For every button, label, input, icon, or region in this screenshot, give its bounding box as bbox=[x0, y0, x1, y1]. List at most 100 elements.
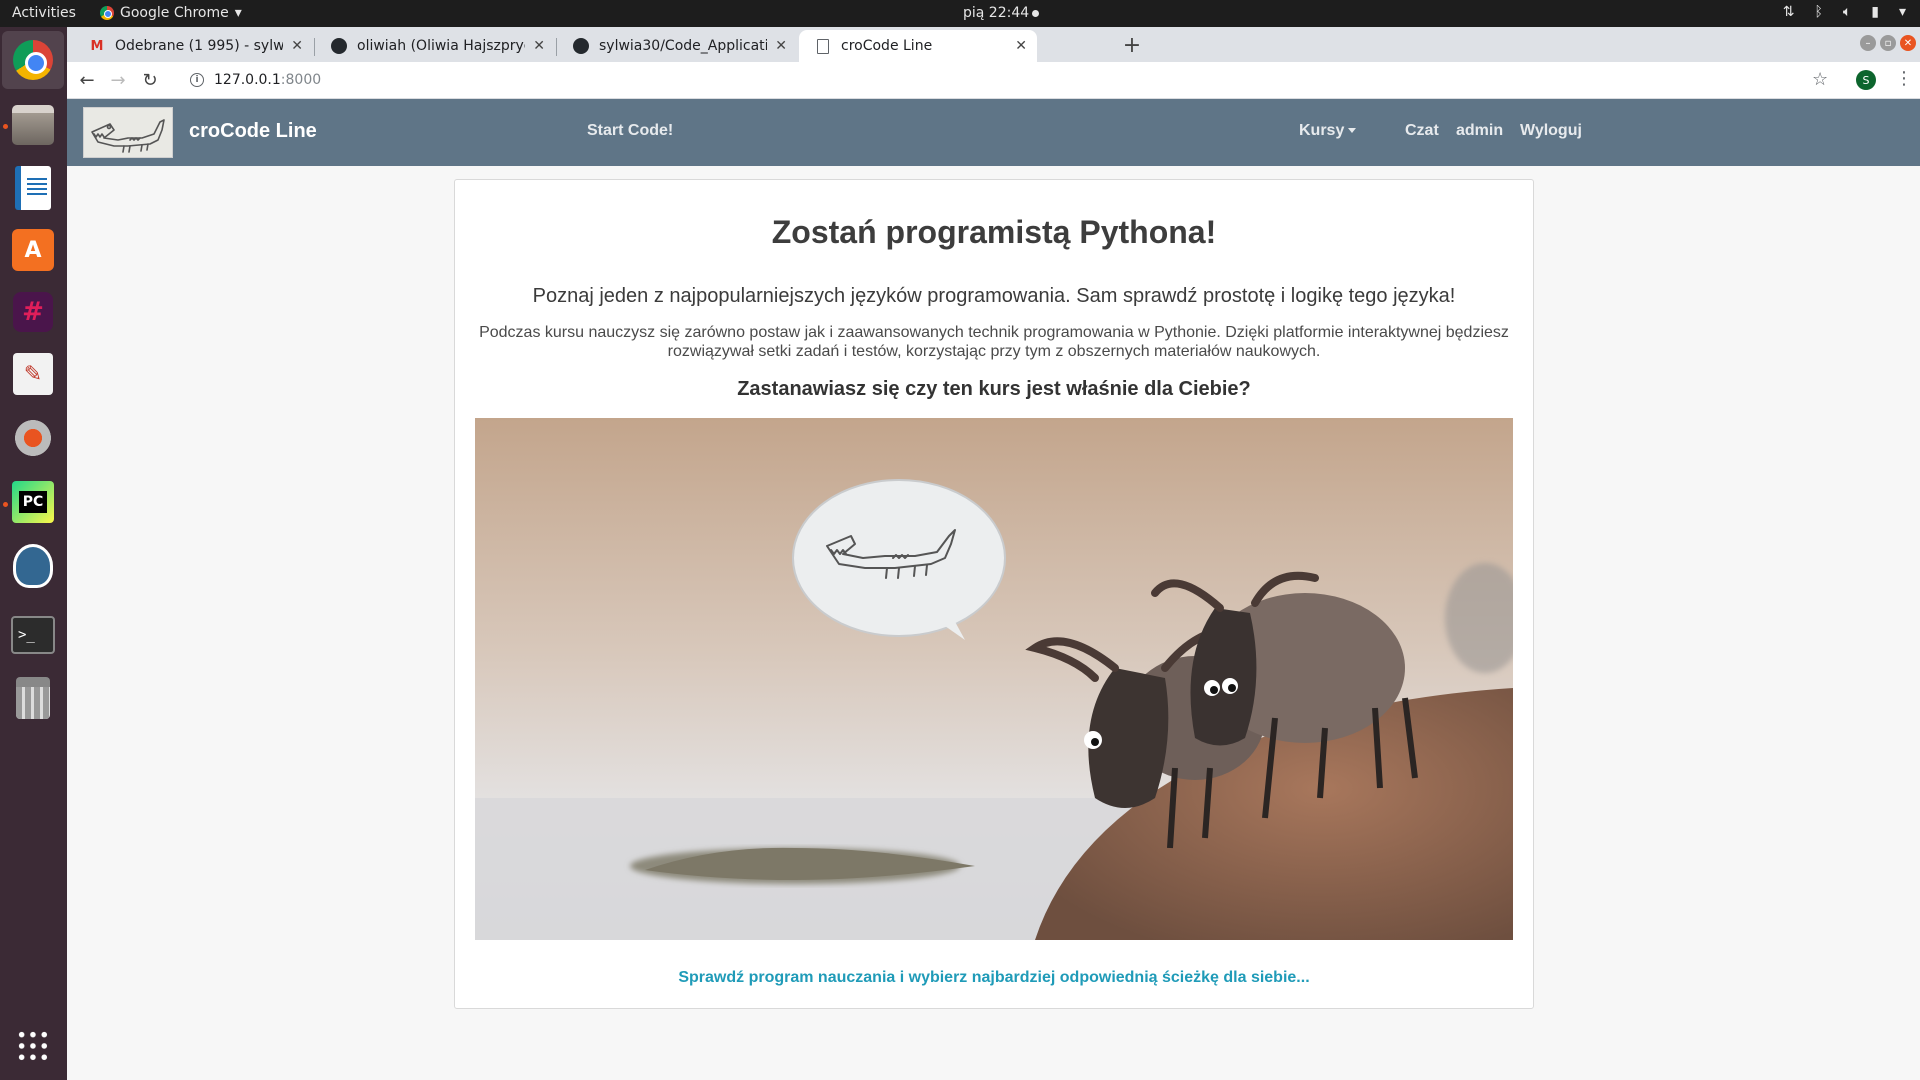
chrome-icon bbox=[13, 40, 53, 80]
tab-crocode[interactable]: croCode Line ✕ bbox=[799, 30, 1037, 62]
info-icon[interactable]: i bbox=[190, 73, 204, 87]
dock-pgadmin[interactable] bbox=[10, 543, 56, 589]
back-button[interactable]: ← bbox=[74, 67, 100, 93]
postgresql-icon bbox=[13, 544, 53, 588]
chevron-down-icon: ▾ bbox=[1898, 4, 1906, 20]
page-viewport: croCode Line Start Code! Kursy Czat admi… bbox=[67, 99, 1920, 1080]
app-grid-icon bbox=[16, 1029, 50, 1063]
dock: A # ✎ PC >_ bbox=[0, 27, 67, 1080]
menu-kebab-icon[interactable]: ⋮ bbox=[1895, 68, 1913, 89]
nav-user[interactable]: admin bbox=[1456, 122, 1503, 140]
intro-card: Zostań programistą Pythona! Poznaj jeden… bbox=[454, 179, 1534, 1009]
nav-start-code[interactable]: Start Code! bbox=[587, 122, 673, 140]
software-center-icon: A bbox=[12, 229, 54, 271]
dock-calculator[interactable] bbox=[10, 675, 56, 721]
clock[interactable]: pią 22:44 bbox=[963, 5, 1040, 21]
close-window-button[interactable]: ✕ bbox=[1900, 35, 1916, 51]
battery-icon: ▮ bbox=[1871, 4, 1879, 20]
close-icon[interactable]: ✕ bbox=[775, 38, 787, 54]
dock-evince[interactable]: ✎ bbox=[10, 351, 56, 397]
arrow-left-icon: ← bbox=[79, 69, 95, 91]
app-menu-label: Google Chrome bbox=[120, 5, 229, 21]
crocodile-logo[interactable] bbox=[83, 107, 173, 158]
brand-name[interactable]: croCode Line bbox=[189, 120, 317, 143]
dock-terminal[interactable]: >_ bbox=[10, 612, 56, 658]
tab-title: Odebrane (1 995) - sylwus bbox=[115, 38, 284, 54]
github-icon bbox=[331, 38, 347, 54]
running-indicator-icon bbox=[3, 124, 8, 129]
app-menu[interactable]: Google Chrome ▾ bbox=[100, 5, 242, 21]
chevron-down-icon: ▾ bbox=[234, 5, 242, 21]
url-port: :8000 bbox=[280, 72, 322, 88]
maximize-icon: ▫ bbox=[1884, 37, 1892, 49]
description-text: Podczas kursu nauczysz się zarówno posta… bbox=[479, 324, 1509, 360]
document-viewer-icon: ✎ bbox=[13, 353, 53, 395]
terminal-icon: >_ bbox=[11, 616, 55, 654]
dock-slack[interactable]: # bbox=[10, 289, 56, 335]
slack-icon: # bbox=[13, 292, 53, 332]
maximize-button[interactable]: ▫ bbox=[1880, 35, 1896, 51]
tab-title: croCode Line bbox=[841, 38, 933, 54]
page-icon bbox=[815, 38, 831, 54]
nav-courses-dropdown[interactable]: Kursy bbox=[1299, 122, 1357, 140]
dock-files[interactable] bbox=[10, 102, 56, 148]
system-top-bar: Activities Google Chrome ▾ pią 22:44 ⇅ ᛒ… bbox=[0, 0, 1920, 27]
arrow-right-icon: → bbox=[110, 69, 126, 91]
show-applications[interactable] bbox=[10, 1023, 56, 1069]
nav-chat[interactable]: Czat bbox=[1405, 122, 1439, 140]
running-indicator-icon bbox=[3, 502, 8, 507]
system-tray[interactable]: ⇅ ᛒ 🔈︎ ▮ ▾ bbox=[1783, 4, 1906, 20]
dock-writer[interactable] bbox=[10, 165, 56, 211]
tab-github-repo[interactable]: sylwia30/Code_Applicatio ✕ bbox=[557, 30, 797, 62]
browser-toolbar: ← → ↻ i 127.0.0.1:8000 ☆ S ⋮ bbox=[67, 62, 1920, 99]
dock-chrome[interactable] bbox=[2, 31, 64, 89]
close-icon[interactable]: ✕ bbox=[1015, 38, 1027, 54]
close-icon[interactable]: ✕ bbox=[291, 38, 303, 54]
nav-courses-label: Kursy bbox=[1299, 122, 1345, 139]
forward-button[interactable]: → bbox=[105, 67, 131, 93]
tab-strip: M Odebrane (1 995) - sylwus ✕ oliwiah (O… bbox=[67, 27, 1920, 62]
bluetooth-icon: ᛒ bbox=[1814, 4, 1823, 20]
site-navbar: croCode Line Start Code! Kursy Czat admi… bbox=[67, 99, 1920, 166]
volume-icon: 🔈︎ bbox=[1842, 4, 1852, 20]
clock-label: pią 22:44 bbox=[963, 5, 1030, 21]
tab-github-oliwiah[interactable]: oliwiah (Oliwia Hajszpryc ✕ bbox=[315, 30, 555, 62]
reload-icon: ↻ bbox=[142, 69, 158, 91]
tab-title: oliwiah (Oliwia Hajszpryc bbox=[357, 38, 526, 54]
chrome-icon bbox=[100, 6, 114, 20]
writer-icon bbox=[15, 166, 51, 210]
reload-button[interactable]: ↻ bbox=[137, 67, 163, 93]
tab-title: sylwia30/Code_Applicatio bbox=[599, 38, 768, 54]
close-icon[interactable]: ✕ bbox=[533, 38, 545, 54]
new-tab-button[interactable]: + bbox=[1117, 30, 1147, 60]
bookmark-star-icon[interactable]: ☆ bbox=[1812, 69, 1828, 90]
minimize-button[interactable]: – bbox=[1860, 35, 1876, 51]
plus-icon: + bbox=[1122, 32, 1142, 58]
activities-button[interactable]: Activities bbox=[12, 5, 76, 21]
pycharm-icon: PC bbox=[12, 481, 54, 523]
tab-gmail[interactable]: M Odebrane (1 995) - sylwus ✕ bbox=[73, 30, 313, 62]
dock-pycharm[interactable]: PC bbox=[10, 479, 56, 525]
curriculum-link[interactable]: Sprawdź program nauczania i wybierz najb… bbox=[455, 969, 1533, 987]
minimize-icon: – bbox=[1865, 37, 1871, 49]
address-bar[interactable]: i 127.0.0.1:8000 bbox=[182, 66, 1782, 94]
calculator-icon bbox=[16, 677, 50, 719]
gmail-icon: M bbox=[90, 38, 104, 54]
lead-text: Poznaj jeden z najpopularniejszych język… bbox=[532, 285, 1456, 307]
nav-logout[interactable]: Wyloguj bbox=[1520, 122, 1582, 140]
profile-avatar[interactable]: S bbox=[1856, 70, 1876, 90]
hero-illustration bbox=[475, 418, 1513, 940]
network-icon: ⇅ bbox=[1782, 4, 1795, 20]
question-heading: Zastanawiasz się czy ten kurs jest właśn… bbox=[737, 378, 1251, 400]
github-icon bbox=[573, 38, 589, 54]
crocodile-logo-drawing bbox=[91, 119, 165, 153]
caret-down-icon bbox=[1348, 128, 1357, 134]
close-icon: ✕ bbox=[1903, 37, 1913, 49]
page-title: Zostań programistą Pythona! bbox=[771, 214, 1217, 250]
notification-dot-icon bbox=[1032, 9, 1040, 17]
url-host: 127.0.0.1 bbox=[214, 72, 281, 88]
wildebeest-crocodile-image bbox=[475, 418, 1513, 940]
files-icon bbox=[12, 105, 54, 145]
dock-settings[interactable] bbox=[10, 415, 56, 461]
dock-software[interactable]: A bbox=[10, 227, 56, 273]
